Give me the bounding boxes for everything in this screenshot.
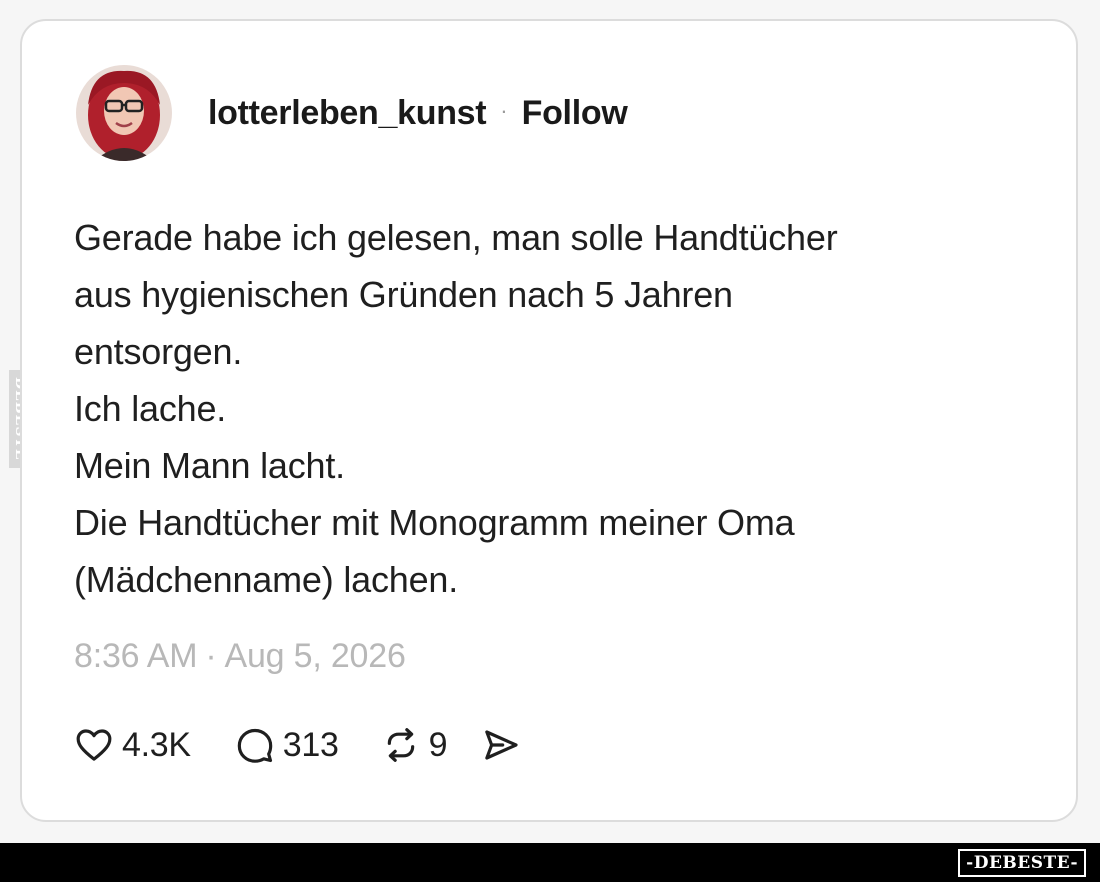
like-button[interactable]: 4.3K	[74, 725, 191, 765]
avatar-image	[76, 65, 172, 161]
post-date: Aug 5, 2026	[224, 637, 406, 675]
footer-bar: -DEBESTE-	[0, 843, 1100, 882]
avatar[interactable]	[76, 65, 172, 161]
page-background: DEBESTE lotterleben_kunst · Follow	[0, 0, 1100, 843]
comment-count: 313	[282, 725, 339, 764]
repost-count: 9	[428, 725, 448, 764]
heart-icon	[76, 729, 112, 761]
post-text-line: entsorgen.	[74, 331, 243, 372]
comment-icon	[237, 728, 272, 763]
post-text-line: aus hygienischen Gründen nach 5 Jahren	[74, 274, 733, 315]
post-timestamp[interactable]: 8:36 AM · Aug 5, 2026	[74, 637, 406, 676]
action-bar: 4.3K 313 9	[74, 725, 521, 765]
post-text-line: Mein Mann lacht.	[74, 445, 345, 486]
post-text: Gerade habe ich gelesen, man solle Handt…	[74, 209, 974, 608]
watermark-badge: -DEBESTE-	[958, 849, 1086, 877]
post-header: lotterleben_kunst · Follow	[76, 65, 628, 161]
post-card: lotterleben_kunst · Follow Gerade habe i…	[20, 19, 1078, 822]
post-time: 8:36 AM	[74, 637, 198, 675]
comment-button[interactable]: 313	[235, 725, 339, 765]
repost-icon	[387, 728, 414, 762]
timestamp-separator: ·	[205, 637, 217, 675]
post-text-line: (Mädchenname) lachen.	[74, 559, 459, 600]
follow-button[interactable]: Follow	[522, 94, 628, 133]
share-button[interactable]	[481, 725, 521, 765]
repost-button[interactable]: 9	[381, 725, 448, 765]
share-icon	[485, 730, 518, 760]
post-text-line: Ich lache.	[74, 388, 227, 429]
post-text-line: Die Handtücher mit Monogramm meiner Oma	[74, 502, 795, 543]
header-separator: ·	[500, 98, 508, 123]
like-count: 4.3K	[122, 725, 191, 764]
post-text-line: Gerade habe ich gelesen, man solle Handt…	[74, 217, 838, 258]
username[interactable]: lotterleben_kunst	[208, 94, 487, 133]
